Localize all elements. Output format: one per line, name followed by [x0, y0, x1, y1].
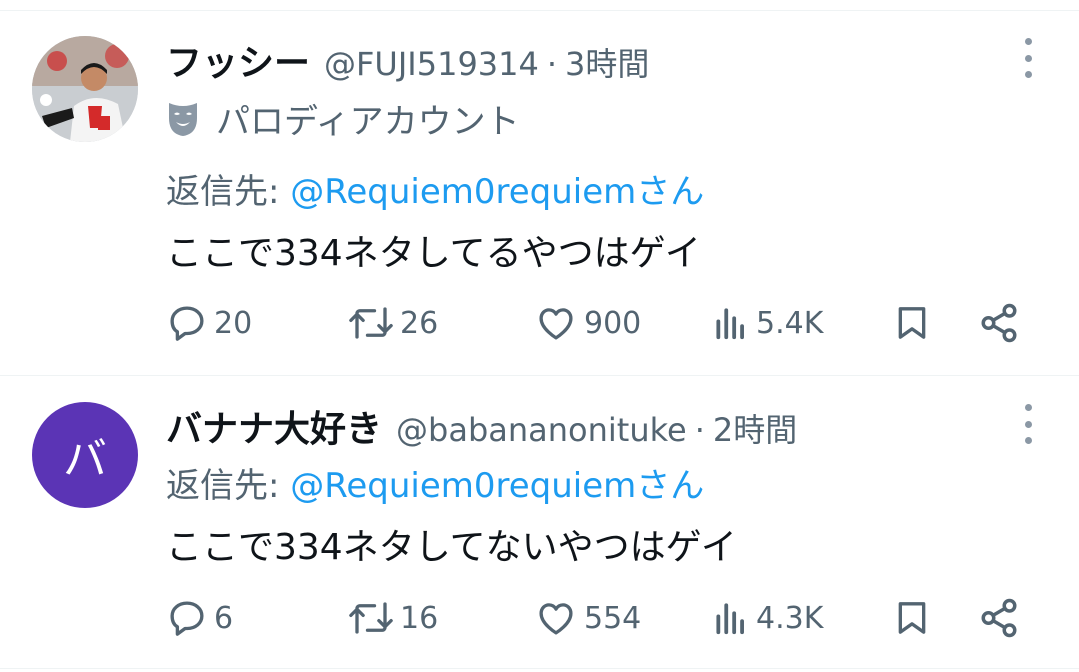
timestamp[interactable]: 3時間	[565, 39, 649, 85]
views-count: 5.4K	[756, 305, 824, 341]
like-button[interactable]: 554	[534, 593, 641, 643]
reply-to-line: 返信先: @Requiem0requiemさん	[166, 458, 704, 507]
user-handle[interactable]: @FUJI519314	[324, 45, 539, 83]
like-button[interactable]: 900	[534, 298, 641, 348]
views-icon	[716, 308, 744, 340]
tweet-text: ここで334ネタしてるやつはゲイ	[166, 233, 701, 274]
retweet-button[interactable]: 26	[348, 298, 438, 348]
share-icon	[981, 303, 1017, 343]
reply-icon	[170, 306, 204, 341]
avatar-photo-image	[32, 36, 138, 142]
reply-button[interactable]: 6	[166, 593, 233, 643]
retweet-count: 16	[400, 600, 439, 636]
retweet-icon	[349, 307, 393, 339]
like-count: 554	[584, 600, 642, 636]
bookmark-icon	[898, 307, 926, 339]
top-divider	[0, 10, 1079, 11]
share-icon	[981, 598, 1017, 638]
views-button[interactable]: 5.4K	[712, 298, 823, 348]
like-icon	[539, 308, 573, 340]
tweet-divider	[0, 375, 1079, 376]
retweet-button[interactable]: 16	[348, 593, 438, 643]
reply-icon	[170, 601, 204, 636]
parody-label: パロディアカウント	[216, 102, 520, 142]
views-button[interactable]: 4.3K	[712, 593, 823, 643]
avatar[interactable]: バ	[32, 402, 138, 508]
reply-to-link[interactable]: @Requiem0requiem	[290, 466, 636, 506]
views-count: 4.3K	[756, 600, 824, 636]
action-bar: 6 16 554 4.3K	[166, 593, 1036, 643]
more-icon[interactable]	[1018, 38, 1038, 78]
display-name[interactable]: フッシー	[166, 34, 310, 86]
reply-prefix: 返信先:	[166, 466, 291, 506]
bottom-divider	[0, 668, 1079, 669]
reply-count: 6	[214, 600, 234, 636]
reply-prefix: 返信先:	[166, 172, 291, 212]
share-button[interactable]	[978, 593, 1020, 643]
reply-to-line: 返信先: @Requiem0requiemさん	[166, 164, 704, 213]
reply-to-link[interactable]: @Requiem0requiem	[290, 172, 636, 212]
tweet-header: フッシー @FUJI519314 · 3時間	[166, 34, 649, 86]
reply-button[interactable]: 20	[166, 298, 252, 348]
bookmark-button[interactable]	[892, 593, 932, 643]
separator: ·	[694, 411, 705, 449]
tweet-text: ここで334ネタしてないやつはゲイ	[166, 527, 737, 568]
reply-suffix: さん	[636, 466, 705, 506]
separator: ·	[546, 45, 558, 83]
like-icon	[539, 603, 573, 635]
views-icon	[716, 603, 744, 635]
reply-suffix: さん	[636, 172, 705, 212]
reply-count: 20	[214, 305, 253, 341]
share-button[interactable]	[978, 298, 1020, 348]
display-name[interactable]: バナナ大好き	[166, 400, 382, 452]
avatar[interactable]	[32, 36, 138, 142]
bookmark-button[interactable]	[892, 298, 932, 348]
tweet-header: バナナ大好き @babananonituke · 2時間	[166, 400, 797, 452]
user-handle[interactable]: @babananonituke	[396, 411, 687, 449]
retweet-count: 26	[400, 305, 439, 341]
like-count: 900	[584, 305, 642, 341]
more-icon[interactable]	[1018, 404, 1038, 444]
bookmark-icon	[898, 602, 926, 634]
timestamp[interactable]: 2時間	[713, 405, 797, 451]
avatar-initial: バ	[63, 434, 107, 485]
parody-badge: パロディアカウント	[166, 94, 520, 143]
retweet-icon	[349, 602, 393, 634]
action-bar: 20 26 900 5.4K	[166, 298, 1036, 348]
parody-mask-icon	[169, 102, 197, 136]
